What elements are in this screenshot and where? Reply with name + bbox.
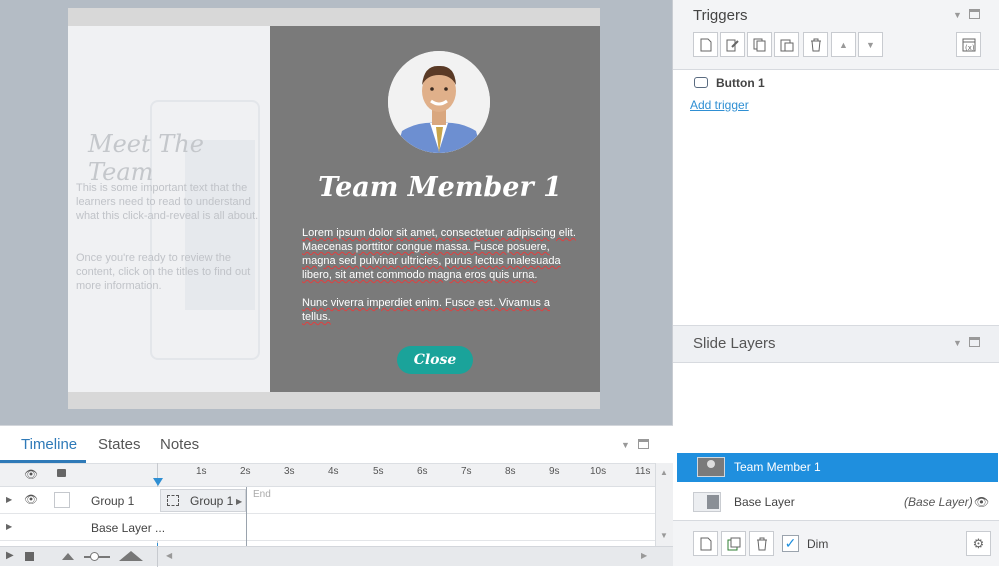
visibility-header-eye-icon[interactable]: 👁: [24, 468, 38, 481]
layer-row-base-layer[interactable]: Base Layer (Base Layer) 👁: [677, 487, 998, 517]
scroll-right-icon[interactable]: ▶: [641, 551, 647, 560]
tick-label: 4s: [328, 466, 339, 477]
play-icon[interactable]: ▶: [6, 550, 14, 561]
timeline-column-divider: [157, 547, 158, 567]
slide-intro-text: This is some important text that the lea…: [76, 182, 259, 222]
expand-arrow-icon[interactable]: ▶: [6, 522, 12, 531]
timeline-vertical-scrollbar[interactable]: ▲ ▼: [655, 463, 673, 546]
float-timeline-icon[interactable]: [638, 439, 649, 449]
group-icon: [167, 495, 179, 506]
tab-states[interactable]: States: [98, 436, 141, 453]
tab-timeline[interactable]: Timeline: [21, 436, 77, 453]
delete-icon[interactable]: [803, 32, 828, 57]
timeline-row-name: Base Layer ...: [91, 521, 166, 535]
tick-label: 9s: [549, 466, 560, 477]
slide-layers-title: Slide Layers: [693, 335, 776, 352]
timeline-bar-label: Group 1: [190, 494, 234, 508]
tick-label: 5s: [373, 466, 384, 477]
expand-group-icon[interactable]: ▶: [236, 497, 242, 506]
tick-label: 2s: [240, 466, 251, 477]
tick-label: 1s: [196, 466, 207, 477]
slide-title: Meet The Team: [88, 130, 204, 186]
move-down-icon[interactable]: ▼: [858, 32, 883, 57]
edit-trigger-icon[interactable]: [720, 32, 745, 57]
triggers-title: Triggers: [693, 7, 748, 24]
layer-thumbnail: [697, 457, 725, 477]
visibility-eye-icon[interactable]: 👁: [24, 493, 38, 506]
zoom-in-icon[interactable]: [119, 551, 143, 561]
timeline-controls-bar: ▶ ◀ ▶: [0, 546, 673, 567]
scroll-up-icon[interactable]: ▲: [660, 468, 668, 477]
timeline-row-group-1[interactable]: ▶ 👁 Group 1 Group 1 ▶ End: [0, 487, 655, 514]
tick-label: 11s: [635, 466, 651, 477]
team-member-name: Team Member 1: [318, 172, 562, 203]
lock-header-icon[interactable]: [57, 469, 66, 477]
scroll-left-icon[interactable]: ◀: [166, 551, 172, 560]
base-layer-note: (Base Layer): [904, 495, 973, 509]
move-up-icon[interactable]: ▲: [831, 32, 856, 57]
new-trigger-icon[interactable]: [693, 32, 718, 57]
variables-icon[interactable]: (x): [956, 32, 981, 57]
team-member-photo: [388, 51, 490, 153]
float-panel-icon[interactable]: [969, 9, 980, 19]
team-member-description-2: Nunc viverra imperdiet enim. Fusce est. …: [302, 297, 550, 323]
scroll-down-icon[interactable]: ▼: [660, 531, 668, 540]
layer-row-team-member-1[interactable]: Team Member 1: [677, 453, 998, 482]
layer-thumbnail: [693, 492, 721, 512]
end-marker-line[interactable]: [246, 487, 247, 546]
tick-label: 8s: [505, 466, 516, 477]
layer-name: Team Member 1: [734, 460, 821, 474]
add-trigger-link[interactable]: Add trigger: [690, 98, 749, 112]
team-member-description: Lorem ipsum dolor sit amet, consectetuer…: [302, 227, 576, 281]
tick-label: 10s: [590, 466, 607, 477]
dim-checkbox[interactable]: ✓: [782, 535, 799, 552]
timeline-bar[interactable]: Group 1 ▶: [160, 489, 246, 512]
duplicate-layer-icon[interactable]: [721, 531, 746, 556]
stop-icon[interactable]: [25, 552, 34, 561]
gear-icon[interactable]: ⚙: [966, 531, 991, 556]
collapse-timeline-icon[interactable]: ▼: [621, 440, 630, 450]
expand-arrow-icon[interactable]: ▶: [6, 495, 12, 504]
timeline-row-name: Group 1: [91, 494, 135, 508]
new-layer-icon[interactable]: [693, 531, 718, 556]
layer-name: Base Layer: [734, 495, 795, 509]
copy-icon[interactable]: [747, 32, 772, 57]
lock-toggle[interactable]: [54, 492, 70, 508]
zoom-slider-handle[interactable]: [90, 552, 99, 561]
button-object-icon: [694, 77, 708, 88]
tick-label: 7s: [461, 466, 472, 477]
tick-label: 6s: [417, 466, 428, 477]
svg-text:(x): (x): [965, 44, 975, 52]
trigger-object-label[interactable]: Button 1: [716, 76, 765, 90]
slide-instruction-text: Once you're ready to review the content,…: [76, 252, 251, 292]
close-button[interactable]: Close: [397, 346, 473, 374]
tick-label: 3s: [284, 466, 295, 477]
collapse-triggers-icon[interactable]: ▼: [953, 10, 962, 20]
collapse-layers-icon[interactable]: ▼: [953, 338, 962, 348]
visibility-eye-icon[interactable]: 👁: [974, 495, 989, 509]
end-marker-label: End: [253, 489, 271, 500]
dim-label: Dim: [807, 537, 829, 551]
timeline-row-base-layer[interactable]: ▶ Base Layer ...: [0, 514, 655, 541]
tab-notes[interactable]: Notes: [160, 436, 199, 453]
zoom-out-icon[interactable]: [62, 553, 74, 560]
float-layers-panel-icon[interactable]: [969, 337, 980, 347]
paste-icon[interactable]: [774, 32, 799, 57]
delete-layer-icon[interactable]: [749, 531, 774, 556]
playhead-icon[interactable]: [153, 478, 163, 486]
